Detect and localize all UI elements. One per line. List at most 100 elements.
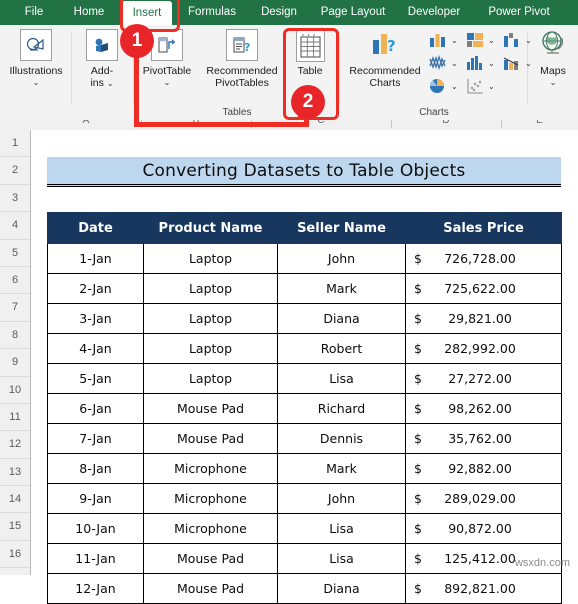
histogram-chart-item[interactable]: ⌄ [465,54,495,72]
row-header-16[interactable]: 16 [0,541,30,569]
cell-product[interactable]: Laptop [143,333,278,364]
cell-product[interactable]: Laptop [143,303,278,334]
cell-price[interactable]: $29,821.00 [405,303,562,334]
cell-seller[interactable]: Mark [277,453,406,484]
cell-seller[interactable]: Dennis [277,423,406,454]
row-header-4[interactable]: 4 [0,212,30,240]
column-header-seller-name[interactable]: Seller Name [277,212,406,244]
table-row[interactable]: 3-Jan Laptop Diana $29,821.00 [47,303,562,334]
column-header-a[interactable]: A [31,120,142,128]
maps-button[interactable]: Maps ⌄ [530,29,576,87]
row-header-3[interactable]: 3 [0,185,30,213]
chevron-down-icon[interactable]: ⌄ [451,36,458,45]
tab-developer[interactable]: Developer [400,0,468,25]
chevron-down-icon[interactable]: ⌄ [4,78,68,87]
cell-price[interactable]: $725,622.00 [405,273,562,304]
cell-date[interactable]: 12-Jan [47,573,144,604]
cell-price[interactable]: $92,882.00 [405,453,562,484]
scatter-chart-item[interactable]: ⌄ [465,77,495,95]
tab-formulas[interactable]: Formulas [180,0,244,25]
row-header-14[interactable]: 14 [0,486,30,514]
cell-product[interactable]: Microphone [143,483,278,514]
table-row[interactable]: 8-Jan Microphone Mark $92,882.00 [47,453,562,484]
table-row[interactable]: 1-Jan Laptop John $726,728.00 [47,243,562,274]
cell-seller[interactable]: John [277,243,406,274]
column-chart-item[interactable]: ⌄ [428,31,458,49]
row-header-1[interactable]: 1 [0,130,30,158]
column-header-e[interactable]: E [501,120,578,128]
column-header-date[interactable]: Date [47,212,144,244]
cell-seller[interactable]: Diana [277,303,406,334]
cell-date[interactable]: 5-Jan [47,363,144,394]
cell-date[interactable]: 8-Jan [47,453,144,484]
chevron-down-icon[interactable]: ⌄ [530,78,576,87]
column-header-sales-price[interactable]: Sales Price [405,212,562,244]
cell-product[interactable]: Microphone [143,513,278,544]
bar-chart-item[interactable]: ⌄ [465,31,495,49]
cell-price[interactable]: $726,728.00 [405,243,562,274]
row-header-10[interactable]: 10 [0,377,30,404]
row-header-2[interactable]: 2 [0,157,30,185]
row-header-7[interactable]: 7 [0,294,30,322]
cell-product[interactable]: Microphone [143,453,278,484]
tab-file[interactable]: File [14,0,54,25]
cell-price[interactable]: $98,262.00 [405,393,562,424]
row-header-11[interactable]: 11 [0,404,30,432]
cell-date[interactable]: 2-Jan [47,273,144,304]
row-header-9[interactable]: 9 [0,349,30,377]
row-header-5[interactable]: 5 [0,240,30,267]
cell-date[interactable]: 4-Jan [47,333,144,364]
chevron-down-icon[interactable]: ⌄ [488,82,495,91]
cell-date[interactable]: 11-Jan [47,543,144,574]
column-header-product-name[interactable]: Product Name [143,212,278,244]
tab-insert[interactable]: Insert [122,1,172,25]
tab-page-layout[interactable]: Page Layout [314,0,392,25]
row-header-6[interactable]: 6 [0,267,30,295]
table-row[interactable]: 10-Jan Microphone Lisa $90,872.00 [47,513,562,544]
chevron-down-icon[interactable]: ⌄ [136,78,198,87]
cell-date[interactable]: 3-Jan [47,303,144,334]
tab-power-pivot[interactable]: Power Pivot [476,0,562,25]
cell-price[interactable]: $282,992.00 [405,333,562,364]
chevron-down-icon[interactable]: ⌄ [488,59,495,68]
cell-seller[interactable]: Lisa [277,363,406,394]
table-row[interactable]: 9-Jan Microphone John $289,029.00 [47,483,562,514]
cell-product[interactable]: Mouse Pad [143,393,278,424]
table-button[interactable]: Table [286,29,334,78]
table-row[interactable]: 5-Jan Laptop Lisa $27,272.00 [47,363,562,394]
recommended-charts-button[interactable]: ? Recommended Charts [342,29,428,89]
cell-product[interactable]: Laptop [143,363,278,394]
cell-seller[interactable]: Robert [277,333,406,364]
row-header-15[interactable]: 15 [0,513,30,541]
chevron-down-icon[interactable]: ⌄ [107,79,114,88]
cell-date[interactable]: 7-Jan [47,423,144,454]
cell-product[interactable]: Laptop [143,273,278,304]
cell-seller[interactable]: John [277,483,406,514]
cell-date[interactable]: 10-Jan [47,513,144,544]
row-header-12[interactable]: 12 [0,431,30,459]
column-header-b[interactable]: B [141,120,252,128]
worksheet-canvas[interactable]: Converting Datasets to Table Objects Dat… [31,130,578,604]
cell-product[interactable]: Mouse Pad [143,573,278,604]
table-row[interactable]: 4-Jan Laptop Robert $282,992.00 [47,333,562,364]
column-header-c[interactable]: C [251,120,392,128]
tab-home[interactable]: Home [64,0,114,25]
stock-chart-item[interactable]: ⌄ [428,54,458,72]
row-header-13[interactable]: 13 [0,459,30,487]
table-row[interactable]: 7-Jan Mouse Pad Dennis $35,762.00 [47,423,562,454]
recommended-pivottables-button[interactable]: ? Recommended PivotTables [196,29,288,89]
table-row[interactable]: 12-Jan Mouse Pad Diana $892,821.00 [47,573,562,604]
cell-seller[interactable]: Diana [277,573,406,604]
cell-price[interactable]: $27,272.00 [405,363,562,394]
cell-price[interactable]: $90,872.00 [405,513,562,544]
cell-seller[interactable]: Richard [277,393,406,424]
addins-button[interactable]: Add- ins ⌄ [72,29,132,89]
row-header-8[interactable]: 8 [0,322,30,350]
cell-date[interactable]: 6-Jan [47,393,144,424]
cell-price[interactable]: $892,821.00 [405,573,562,604]
cell-product[interactable]: Mouse Pad [143,543,278,574]
pivottable-button[interactable]: PivotTable ⌄ [136,29,198,87]
chevron-down-icon[interactable]: ⌄ [488,36,495,45]
cell-price[interactable]: $35,762.00 [405,423,562,454]
cell-date[interactable]: 9-Jan [47,483,144,514]
